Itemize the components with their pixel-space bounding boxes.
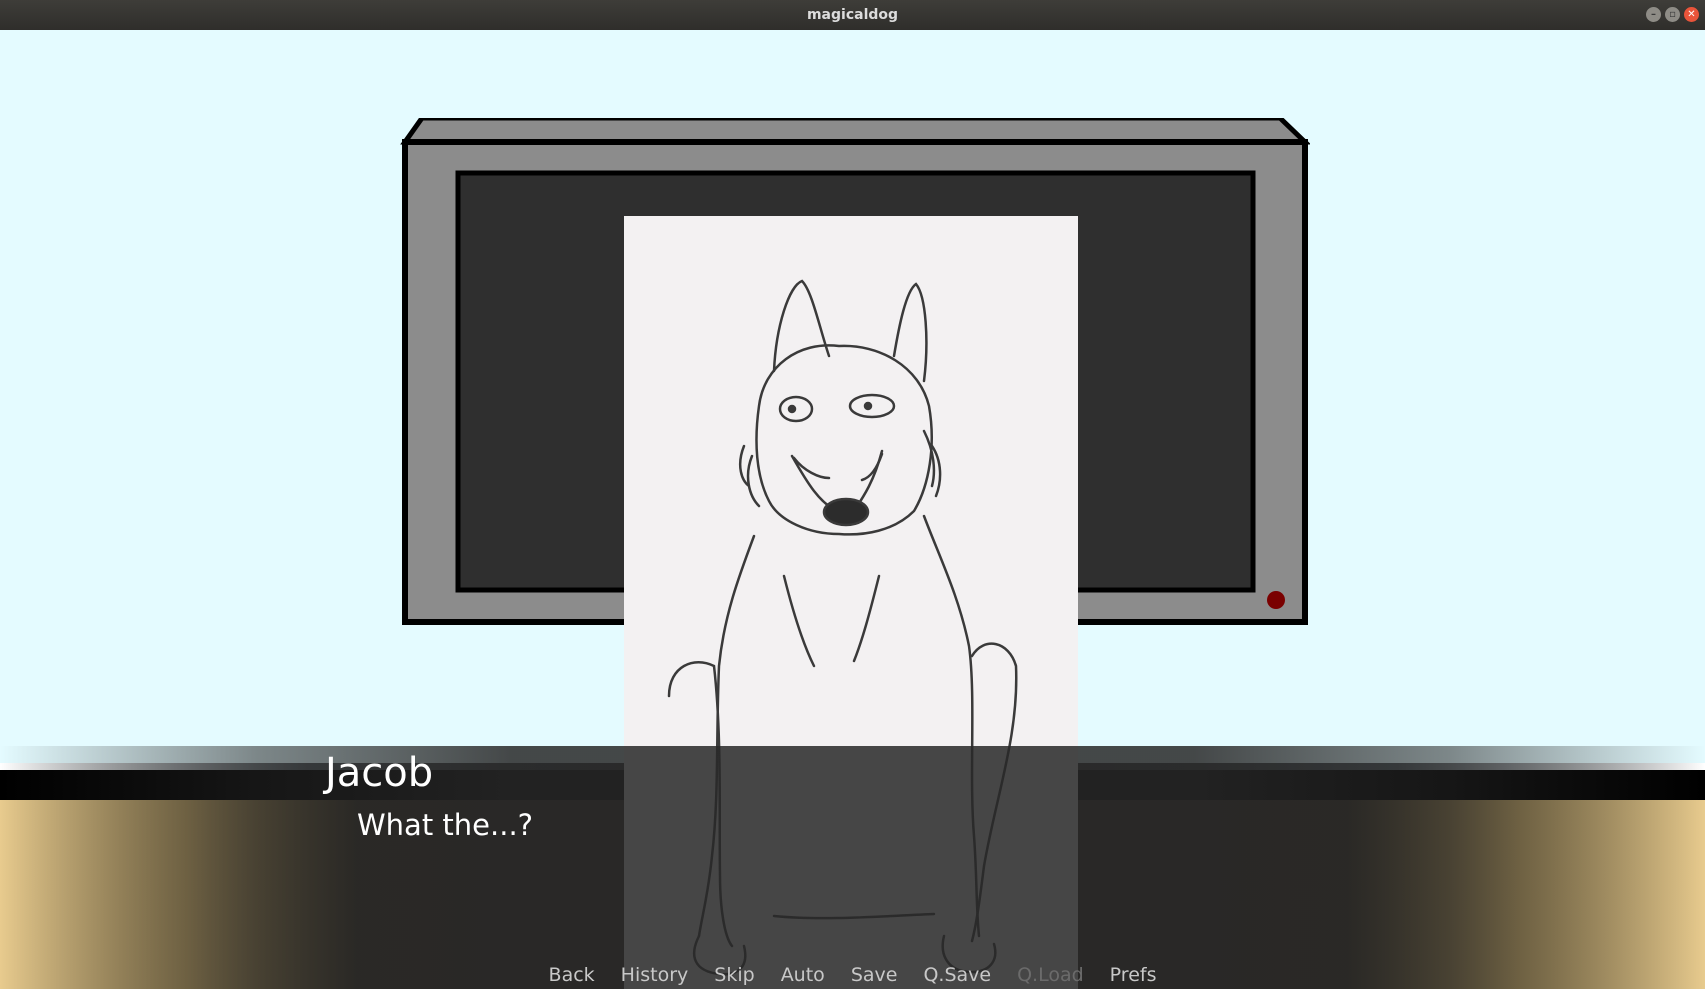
quick-menu-qload: Q.Load [1017, 964, 1084, 986]
window-title: magicaldog [806, 7, 899, 23]
dialogue-box[interactable] [0, 746, 1705, 989]
dog-right-ear [892, 282, 928, 383]
title-bar[interactable]: magicaldog – ▫ ✕ [0, 0, 1705, 30]
quick-menu-back[interactable]: Back [536, 962, 608, 989]
quick-menu: Back History Skip Auto Save Q.Save Q.Loa… [0, 962, 1705, 989]
dialogue-text: What the...? [357, 808, 534, 842]
tv-top-bezel [400, 118, 1310, 145]
dog-left-ear [772, 279, 831, 373]
dog-chest [782, 574, 881, 668]
quick-menu-auto[interactable]: Auto [768, 962, 838, 989]
minimize-icon[interactable]: – [1646, 7, 1661, 22]
dog-nose [822, 497, 870, 527]
tv-power-light [1267, 591, 1285, 609]
dog-smile [792, 452, 884, 482]
dog-neck-fur [738, 429, 942, 508]
quick-menu-prefs[interactable]: Prefs [1097, 962, 1170, 989]
maximize-icon[interactable]: ▫ [1665, 7, 1680, 22]
quick-menu-save[interactable]: Save [838, 962, 911, 989]
quick-menu-qsave[interactable]: Q.Save [910, 962, 1004, 989]
quick-menu-history[interactable]: History [608, 962, 702, 989]
speaker-name: Jacob [325, 750, 434, 796]
quick-menu-skip[interactable]: Skip [701, 962, 767, 989]
close-icon[interactable]: ✕ [1684, 7, 1699, 22]
game-scene[interactable]: Jacob What the...? Back History Skip Aut… [0, 30, 1705, 989]
game-window: magicaldog – ▫ ✕ Jacob What the...? Back… [0, 0, 1705, 989]
